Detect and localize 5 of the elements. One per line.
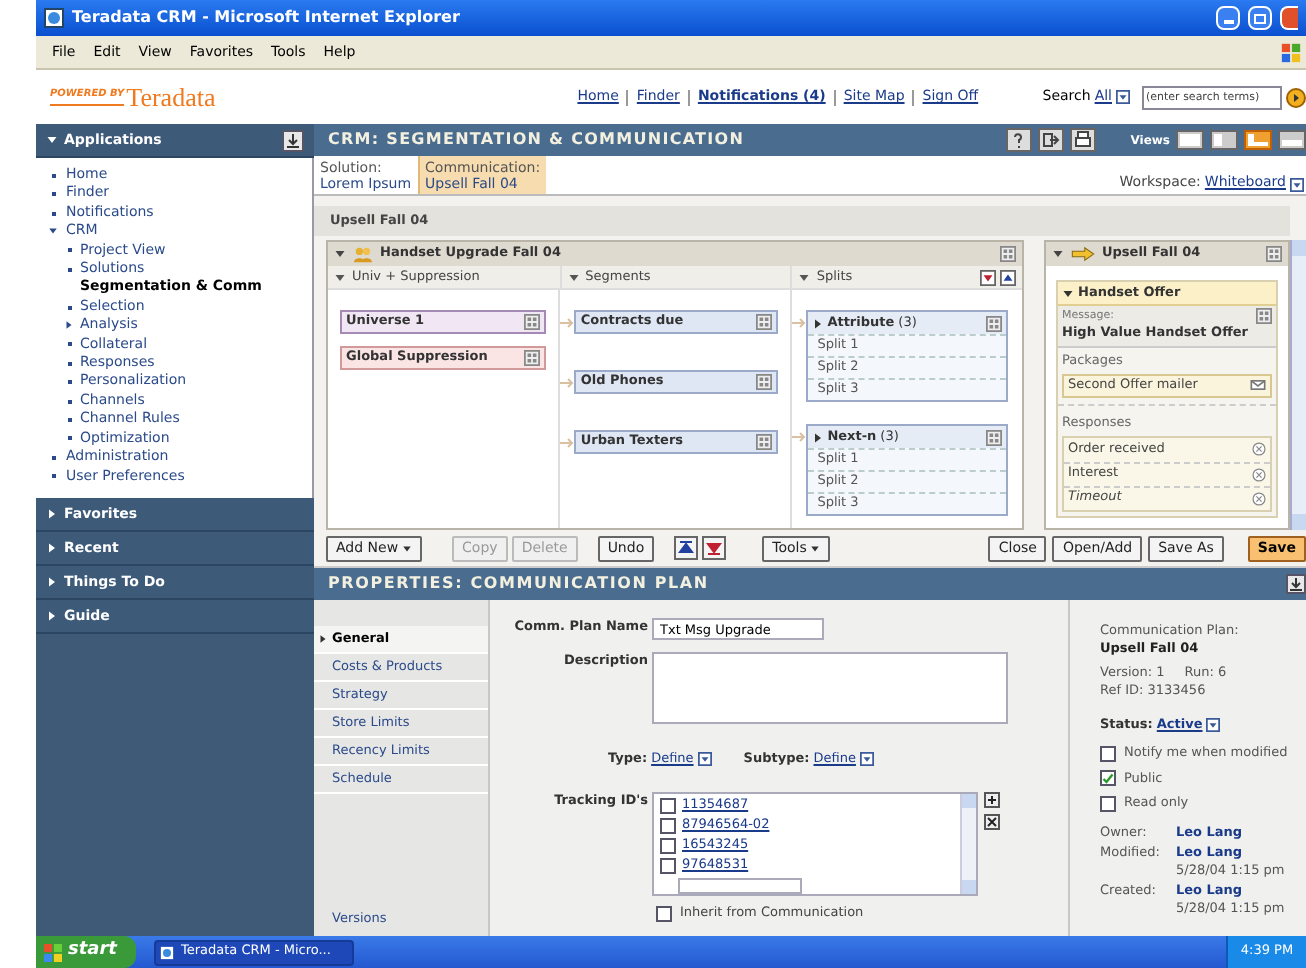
logo: Teradata <box>126 84 216 110</box>
properties-title: PROPERTIES: COMMUNICATION PLAN <box>328 572 709 596</box>
start-button[interactable]: start <box>36 936 137 968</box>
window-title: Teradata CRM - Microsoft Internet Explorer <box>72 6 460 30</box>
page-title: CRM: SEGMENTATION & COMMUNICATION <box>328 128 745 152</box>
